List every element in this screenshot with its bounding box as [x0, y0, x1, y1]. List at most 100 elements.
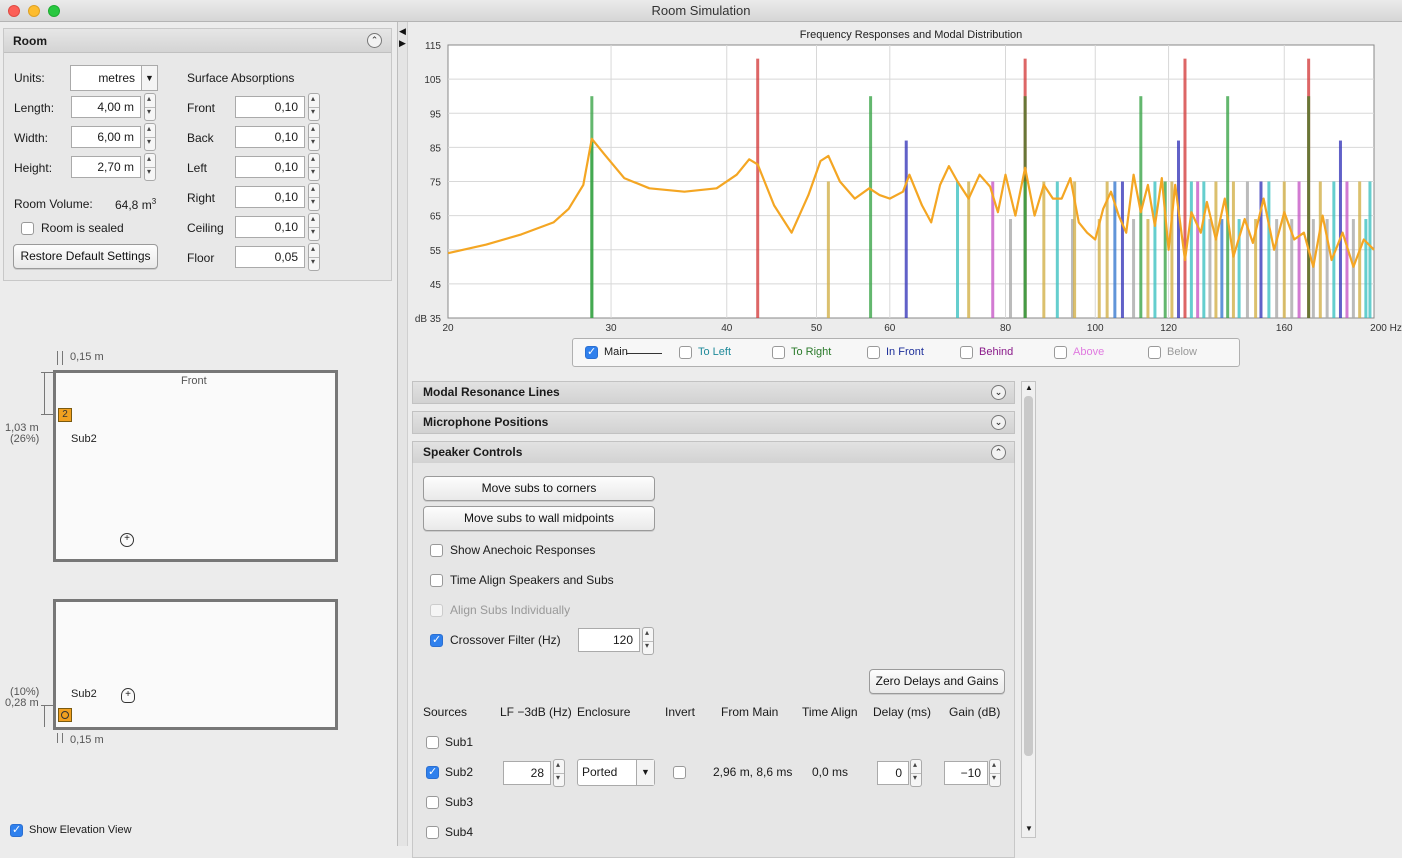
legend-in-front-checkbox[interactable]: [867, 346, 880, 359]
collapse-left-icon[interactable]: ◀: [399, 26, 406, 37]
anechoic-checkbox[interactable]: [430, 544, 443, 557]
sub2-gain-input[interactable]: −10: [944, 761, 988, 785]
section-title: Modal Resonance Lines: [423, 385, 560, 399]
crossover-stepper[interactable]: [642, 627, 654, 655]
sub2-invert-checkbox[interactable]: [673, 766, 686, 779]
legend-above-checkbox[interactable]: [1054, 346, 1067, 359]
surface-back-stepper[interactable]: [308, 123, 320, 151]
room-sealed-checkbox[interactable]: [21, 222, 34, 235]
expand-microphone-icon[interactable]: ⌄: [991, 415, 1006, 430]
plan-dim-tick: [57, 351, 58, 365]
zero-delays-button[interactable]: Zero Delays and Gains: [869, 669, 1005, 694]
close-window-button[interactable]: [8, 5, 20, 17]
vertical-scrollbar[interactable]: ▲ ▼: [1021, 381, 1036, 838]
restore-defaults-button[interactable]: Restore Default Settings: [13, 244, 158, 269]
y-tick-label: 45: [430, 280, 442, 291]
scroll-down-icon[interactable]: ▼: [1025, 824, 1033, 833]
sub2-label: Sub2: [445, 765, 474, 779]
sub1-label: Sub1: [445, 735, 474, 749]
surface-floor-input[interactable]: 0,05: [235, 246, 305, 268]
sub2-delay-input[interactable]: 0: [877, 761, 909, 785]
move-subs-corners-button[interactable]: Move subs to corners: [423, 476, 655, 501]
crossover-input[interactable]: 120: [578, 628, 640, 652]
mode-line: [1267, 181, 1271, 318]
sub-speaker-marker[interactable]: [58, 708, 72, 722]
height-input[interactable]: 2,70 m: [71, 156, 141, 178]
chevron-down-icon[interactable]: ▼: [636, 760, 654, 785]
split-pane-divider[interactable]: ◀ ▶: [397, 22, 408, 846]
sub2-lf-input[interactable]: 28: [503, 761, 551, 785]
legend-to-right-label: To Right: [791, 346, 832, 358]
legend-to-left-checkbox[interactable]: [679, 346, 692, 359]
units-select[interactable]: metres: [70, 65, 142, 91]
sub2-delay-stepper[interactable]: [910, 759, 922, 787]
length-stepper[interactable]: [144, 93, 156, 121]
microphone-icon[interactable]: +: [120, 533, 134, 547]
zoom-window-button[interactable]: [48, 5, 60, 17]
minimize-window-button[interactable]: [28, 5, 40, 17]
surface-back-input[interactable]: 0,10: [235, 126, 305, 148]
surface-ceiling-input[interactable]: 0,10: [235, 216, 305, 238]
surface-floor-stepper[interactable]: [308, 243, 320, 271]
surface-right-input[interactable]: 0,10: [235, 186, 305, 208]
sub2-lf-stepper[interactable]: [553, 759, 565, 787]
sub2-gain-stepper[interactable]: [989, 759, 1001, 787]
collapse-speaker-icon[interactable]: ⌃: [991, 445, 1006, 460]
collapse-right-icon[interactable]: ▶: [399, 38, 406, 49]
mode-line: [1318, 181, 1322, 318]
sub3-checkbox[interactable]: [426, 796, 439, 809]
surface-ceiling-stepper[interactable]: [308, 213, 320, 241]
surface-front-input[interactable]: 0,10: [235, 96, 305, 118]
surface-left-input[interactable]: 0,10: [235, 156, 305, 178]
move-subs-midpoints-button[interactable]: Move subs to wall midpoints: [423, 506, 655, 531]
sub4-checkbox[interactable]: [426, 826, 439, 839]
microphone-icon[interactable]: +: [121, 688, 135, 703]
elevation-view-room[interactable]: Sub2 +: [53, 599, 338, 730]
frequency-chart: 20 30 40 50 60 80 100 120 160 200 Hz 115 105 95 85 75 6…: [408, 22, 1402, 367]
surface-right-stepper[interactable]: [308, 183, 320, 211]
scroll-up-icon[interactable]: ▲: [1025, 383, 1033, 392]
sub1-checkbox[interactable]: [426, 736, 439, 749]
surface-left-stepper[interactable]: [308, 153, 320, 181]
speaker-controls-header[interactable]: Speaker Controls ⌃: [412, 441, 1015, 464]
height-stepper[interactable]: [144, 153, 156, 181]
length-input[interactable]: 4,00 m: [71, 96, 141, 118]
time-align-checkbox[interactable]: [430, 574, 443, 587]
y-tick-label: 105: [424, 75, 441, 86]
sub2-checkbox[interactable]: [426, 765, 439, 779]
sub2-enclosure-select[interactable]: Ported ▼: [577, 759, 655, 786]
elevation-sub-label: Sub2: [71, 688, 97, 700]
legend-below-checkbox[interactable]: [1148, 346, 1161, 359]
mode-line: [1097, 219, 1101, 318]
col-from-main: From Main: [721, 705, 779, 719]
x-tick-label: 20: [442, 323, 454, 334]
legend-to-right-checkbox[interactable]: [772, 346, 785, 359]
mode-line: [1368, 181, 1372, 318]
legend-main-checkbox[interactable]: [585, 345, 598, 359]
legend-above-label: Above: [1073, 346, 1105, 358]
mode-line: [1055, 181, 1059, 318]
plan-view-room[interactable]: Front 2 Sub2 +: [53, 370, 338, 562]
plan-side-percent: (26%): [10, 433, 40, 445]
expand-modal-icon[interactable]: ⌄: [991, 385, 1006, 400]
elevation-bottom-dimension: 0,15 m: [70, 734, 104, 746]
microphone-positions-header[interactable]: Microphone Positions ⌄: [412, 411, 1015, 434]
modal-resonance-lines-header[interactable]: Modal Resonance Lines ⌄: [412, 381, 1015, 404]
surface-front-stepper[interactable]: [308, 93, 320, 121]
legend-below-label: Below: [1167, 346, 1197, 358]
legend-behind-checkbox[interactable]: [960, 346, 973, 359]
crossover-checkbox[interactable]: [430, 633, 443, 647]
collapse-room-panel-icon[interactable]: ⌃: [367, 33, 382, 48]
mode-line: [1132, 219, 1136, 318]
show-elevation-label: Show Elevation View: [29, 824, 132, 836]
width-stepper[interactable]: [144, 123, 156, 151]
plan-dim-line: [44, 372, 45, 414]
align-subs-checkbox[interactable]: [430, 604, 443, 617]
show-elevation-checkbox[interactable]: [10, 823, 23, 837]
chevron-down-icon[interactable]: ▼: [141, 65, 158, 91]
width-input[interactable]: 6,00 m: [71, 126, 141, 148]
mode-line: [1245, 181, 1249, 318]
surface-back-label: Back: [187, 131, 214, 145]
scrollbar-thumb[interactable]: [1024, 396, 1033, 756]
sub-speaker-marker[interactable]: 2: [58, 408, 72, 422]
